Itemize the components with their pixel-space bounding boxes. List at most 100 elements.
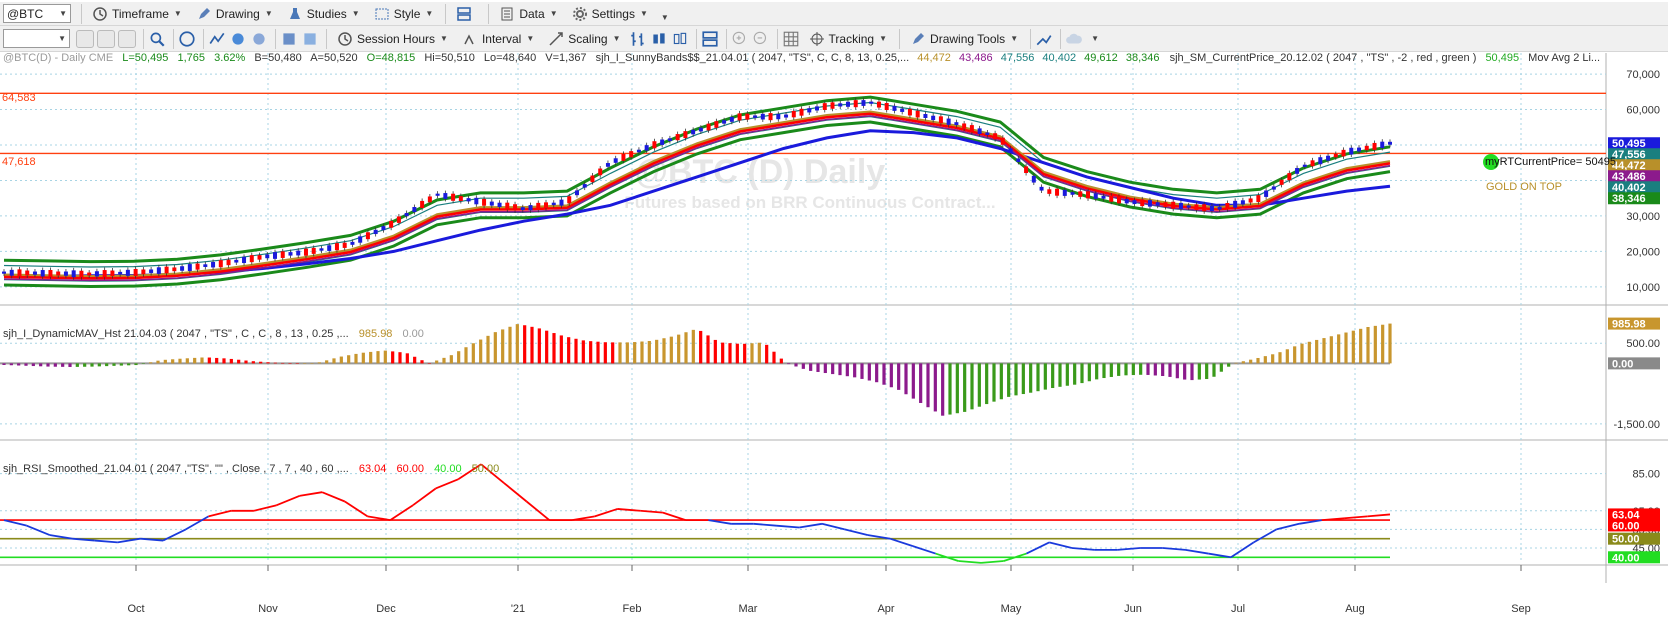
x-tick-label: Sep xyxy=(1511,603,1531,615)
candle-body xyxy=(900,108,905,112)
candle-body xyxy=(1163,202,1168,208)
histogram-bar xyxy=(721,342,725,364)
trendline-icon[interactable] xyxy=(1035,30,1053,48)
chart-area[interactable]: @BTC (D) Daily Futures based on BRR Cont… xyxy=(0,53,1668,631)
indicator-icon[interactable] xyxy=(229,30,247,48)
interval-input[interactable]: ▼ xyxy=(3,29,70,48)
candle-body xyxy=(892,105,897,111)
histogram-bar xyxy=(596,341,600,364)
histogram-bar xyxy=(266,362,270,364)
refresh-icon[interactable] xyxy=(97,29,115,48)
candle-body xyxy=(1016,158,1021,162)
histogram-bar xyxy=(288,363,292,364)
histogram-bar xyxy=(1183,363,1187,380)
zoom-icon[interactable] xyxy=(148,30,166,48)
overlay-icon[interactable] xyxy=(250,30,268,48)
settings-menu[interactable]: Settings ▼ xyxy=(566,4,654,24)
candle-body xyxy=(63,271,68,276)
candle-body xyxy=(969,125,974,133)
candle-body xyxy=(1024,166,1029,174)
gold-on-top-label: GOLD ON TOP xyxy=(1486,181,1562,193)
rsi-value-tag-label: 60.00 xyxy=(1612,520,1640,532)
histogram-bar xyxy=(999,363,1003,400)
candle-body xyxy=(1070,192,1075,195)
hollow-candle-icon[interactable] xyxy=(671,30,689,48)
symbol-selector[interactable]: @BTC ▼ xyxy=(3,4,71,23)
table-icon[interactable] xyxy=(782,30,800,48)
candle-body xyxy=(458,196,463,202)
tracking-menu[interactable]: Tracking ▼ xyxy=(803,29,894,49)
sb-value-5: 49,612 xyxy=(1084,53,1118,64)
drawing-menu[interactable]: Drawing ▼ xyxy=(190,4,279,24)
histogram-bar xyxy=(1359,328,1363,364)
chart-style-icon[interactable] xyxy=(208,30,226,48)
toolbar-divider xyxy=(488,3,490,24)
symbol-header: @BTC(D) - Daily CME xyxy=(3,53,113,64)
histogram-bar xyxy=(618,342,622,364)
histogram-bar xyxy=(39,363,43,367)
candle-body xyxy=(40,270,45,277)
layout-icon[interactable] xyxy=(701,30,719,48)
candle-body xyxy=(869,101,874,104)
compass-icon[interactable] xyxy=(178,30,196,48)
cloud-icon[interactable] xyxy=(1065,30,1083,48)
toolbar-overflow-icon[interactable]: ▼ xyxy=(661,13,669,22)
histogram-bar xyxy=(303,363,307,364)
toolbar-divider xyxy=(776,28,778,49)
scaling-menu[interactable]: Scaling ▼ xyxy=(542,29,626,49)
bar-chart-icon[interactable] xyxy=(629,30,647,48)
candlestick-icon[interactable] xyxy=(650,30,668,48)
x-tick-label: Mar xyxy=(739,603,758,615)
histogram-bar xyxy=(281,362,285,364)
toolbar-divider xyxy=(203,28,204,49)
grid-icon[interactable] xyxy=(118,29,136,48)
histogram-bar xyxy=(141,363,145,364)
link-icon[interactable] xyxy=(76,29,94,48)
hline-label-1: 64,583 xyxy=(2,92,36,104)
histogram-bar xyxy=(992,363,996,402)
candle-body xyxy=(513,204,518,211)
histogram-bar xyxy=(1139,363,1143,375)
candle-body xyxy=(2,271,6,274)
drawing-tools-menu[interactable]: Drawing Tools ▼ xyxy=(904,29,1024,49)
low-value: Lo=48,640 xyxy=(484,53,536,64)
candle-body xyxy=(505,202,510,210)
main-toolbar: @BTC ▼ Timeframe ▼ Drawing ▼ Studies ▼ S… xyxy=(0,2,1668,26)
style-menu[interactable]: Style ▼ xyxy=(368,4,440,24)
chevron-down-icon[interactable]: ▼ xyxy=(1091,34,1099,43)
candle-body xyxy=(1372,142,1377,150)
candle-body xyxy=(474,197,479,205)
histogram-bar xyxy=(1102,363,1106,379)
histogram-bar xyxy=(728,343,732,364)
candle-body xyxy=(396,216,401,223)
data-menu[interactable]: Data ▼ xyxy=(493,4,563,24)
histogram-bar xyxy=(1300,343,1304,364)
histogram-value-2: 0.00 xyxy=(403,328,424,340)
alert-icon[interactable] xyxy=(301,30,319,48)
histogram-bar xyxy=(706,335,710,364)
candle-body xyxy=(373,229,378,235)
layout-button[interactable] xyxy=(450,4,482,24)
candle-body xyxy=(768,113,773,121)
change-percent: 3.62% xyxy=(214,53,245,64)
histogram-bar xyxy=(515,324,519,364)
chevron-down-icon: ▼ xyxy=(1010,34,1019,43)
zoom-in-icon[interactable] xyxy=(731,30,749,48)
candle-body xyxy=(381,226,386,231)
histogram-bar xyxy=(493,332,497,364)
histogram-bar xyxy=(669,336,673,364)
histogram-bar xyxy=(919,363,923,403)
candle-body xyxy=(784,114,789,118)
session-hours-menu[interactable]: Session Hours ▼ xyxy=(331,29,454,49)
timeframe-menu[interactable]: Timeframe ▼ xyxy=(86,4,188,24)
candle-body xyxy=(652,141,657,149)
candle-body xyxy=(598,168,603,176)
interval-menu[interactable]: Interval ▼ xyxy=(456,29,540,49)
chevron-down-icon: ▼ xyxy=(59,9,67,18)
plugin-icon[interactable] xyxy=(280,30,298,48)
high-value: Hi=50,510 xyxy=(424,53,474,64)
histogram-bar xyxy=(310,363,314,364)
x-tick-label: Jun xyxy=(1124,603,1142,615)
studies-menu[interactable]: Studies ▼ xyxy=(281,4,366,24)
zoom-out-icon[interactable] xyxy=(752,30,770,48)
